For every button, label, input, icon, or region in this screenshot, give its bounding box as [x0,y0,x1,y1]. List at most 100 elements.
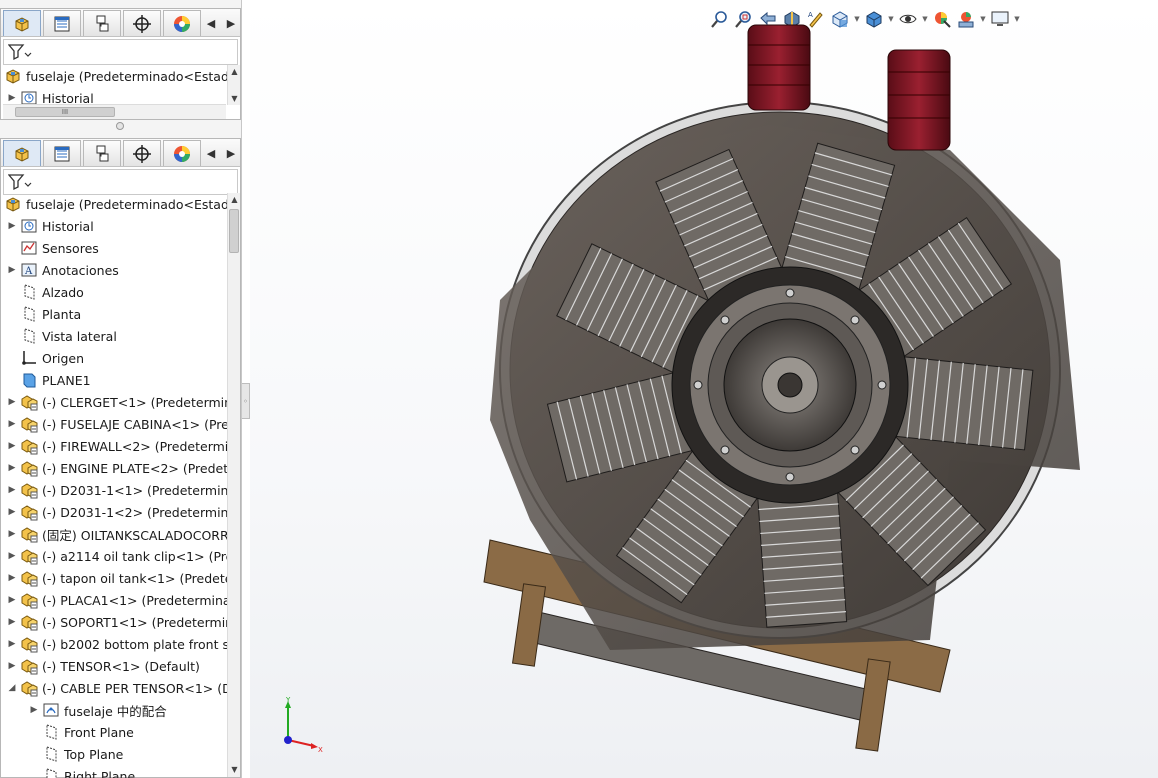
tab-scroll-right-icon[interactable]: ▶ [223,142,239,164]
tree-item-label: (-) FUSELAJE CABINA<1> (Pre [42,416,228,432]
annotations-icon: A [20,261,38,279]
tree-item[interactable]: ▶ (-) SOPORT1<1> (Predetermin [1,611,228,633]
scroll-down-icon[interactable]: ▼ [228,92,241,105]
coordinate-triad[interactable]: Y X [278,696,328,756]
tree-item[interactable]: ◢ (-) CABLE PER TENSOR<1> (D [1,677,228,699]
tree-item[interactable]: ▶ (-) FUSELAJE CABINA<1> (Pre [1,413,228,435]
expand-arrow-icon[interactable]: ▶ [7,419,17,429]
dimxpert-manager-icon [132,14,152,34]
expand-arrow-icon[interactable]: ▶ [29,705,39,715]
tree-item[interactable]: Top Plane [1,743,228,765]
tab-feature-manager[interactable] [3,10,41,36]
tab-display-manager[interactable] [163,140,201,166]
tree-item-label: (-) b2002 bottom plate front s [42,636,228,652]
tree-item[interactable]: Right Plane [1,765,228,778]
tree-item[interactable]: ▶ (-) b2002 bottom plate front s [1,633,228,655]
configuration-manager-icon [92,144,112,164]
expand-arrow-icon[interactable]: ▶ [7,221,17,231]
vertical-scrollbar-top[interactable]: ▲ ▼ [227,65,240,105]
tab-feature-manager[interactable] [3,140,41,166]
tree-root-top[interactable]: fuselaje (Predeterminado<Estado [1,65,237,87]
tree-item[interactable]: ▶ (-) tapon oil tank<1> (Predete [1,567,228,589]
tree-item[interactable]: ▶ A Anotaciones [1,259,228,281]
tree-item-label: (-) FIREWALL<2> (Predetermir [42,438,228,454]
expand-arrow-icon[interactable]: ▶ [7,265,17,275]
graphics-viewport[interactable]: A ▼ ▼ ▼ ▼ ▼ Y X [250,0,1158,778]
tree-root-label: fuselaje (Predeterminado<Estado [26,68,237,84]
expand-arrow-icon[interactable]: ▶ [7,639,17,649]
tree-item-label: Right Plane [64,768,136,778]
tree-item-label: (固定) OILTANKSCALADOCORR [42,527,228,543]
tab-scroll-left-icon[interactable]: ◀ [203,142,219,164]
tree-item[interactable]: Alzado [1,281,228,303]
tree-item[interactable]: ▶ (-) CLERGET<1> (Predetermin [1,391,228,413]
expand-arrow-icon[interactable]: ▶ [7,93,17,103]
tree-item[interactable]: PLANE1 [1,369,228,391]
tree-item[interactable]: Planta [1,303,228,325]
feature-manager-icon [12,14,32,34]
expand-arrow-icon[interactable]: ▶ [7,551,17,561]
subassembly-icon [20,657,38,675]
tree-root[interactable]: fuselaje (Predeterminado<Estado [1,193,237,215]
expand-arrow-icon[interactable]: ▶ [7,573,17,583]
expand-arrow-icon[interactable]: ▶ [7,529,17,539]
left-panel: ◀ ▶ fuselaje (Predeterminado<Estado ▶ Hi… [0,0,242,778]
tab-scroll-right-icon[interactable]: ▶ [223,12,239,34]
svg-text:A: A [24,266,33,277]
tree-item[interactable]: Sensores [1,237,228,259]
subassembly-icon [20,459,38,477]
filter-icon[interactable] [8,173,32,191]
tab-display-manager[interactable] [163,10,201,36]
expand-arrow-icon[interactable]: ▶ [7,397,17,407]
history-icon [20,217,38,235]
tree-item[interactable]: ▶ (-) ENGINE PLATE<2> (Predet [1,457,228,479]
tree-item[interactable]: ▶ (-) TENSOR<1> (Default) [1,655,228,677]
expand-arrow-icon[interactable]: ▶ [7,441,17,451]
scroll-up-icon[interactable]: ▲ [228,65,241,78]
plane-icon [20,283,38,301]
tab-property-manager[interactable] [43,10,81,36]
tree-item-label: (-) ENGINE PLATE<2> (Predet [42,460,228,476]
pane-splitter-handle[interactable] [116,122,124,130]
vertical-scrollbar[interactable]: ▲ ▼ [227,193,240,777]
tab-configuration-manager[interactable] [83,10,121,36]
scroll-thumb[interactable] [229,209,239,253]
expand-arrow-icon[interactable]: ▶ [7,661,17,671]
tree-item[interactable]: ▶ (-) FIREWALL<2> (Predetermir [1,435,228,457]
filter-bar-top[interactable] [3,39,238,65]
filter-icon[interactable] [8,43,32,61]
tree-item-label: (-) PLACA1<1> (Predeterminac [42,592,228,608]
tree-item-label: Alzado [42,284,84,300]
plane-icon [20,305,38,323]
expand-arrow-icon[interactable]: ▶ [7,595,17,605]
expand-arrow-icon[interactable]: ▶ [7,485,17,495]
tree-item[interactable]: ▶ (-) D2031-1<2> (Predetermina [1,501,228,523]
tab-configuration-manager[interactable] [83,140,121,166]
tree-item[interactable]: ▶ fuselaje 中的配合 [1,699,228,721]
horizontal-scrollbar-top[interactable]: III [3,104,226,119]
tree-item[interactable]: ▶ (固定) OILTANKSCALADOCORR [1,523,228,545]
tree-item[interactable]: Vista lateral [1,325,228,347]
engine-assembly-model[interactable] [250,0,1158,778]
tree-item[interactable]: ▶ (-) a2114 oil tank clip<1> (Pre [1,545,228,567]
scroll-up-icon[interactable]: ▲ [228,193,241,206]
red-cylinder-left [747,24,811,111]
panel-collapse-handle[interactable]: ◦ [242,383,250,419]
tab-scroll-left-icon[interactable]: ◀ [203,12,219,34]
tree-item[interactable]: ▶ (-) D2031-1<1> (Predetermina [1,479,228,501]
expand-arrow-icon[interactable]: ◢ [7,683,17,693]
tree-item[interactable]: ▶ Historial [1,215,228,237]
scroll-thumb[interactable]: III [15,107,115,117]
tab-property-manager[interactable] [43,140,81,166]
tree-item[interactable]: Front Plane [1,721,228,743]
expand-arrow-icon[interactable]: ▶ [7,463,17,473]
tree-item[interactable]: ▶ (-) PLACA1<1> (Predeterminac [1,589,228,611]
expand-arrow-icon[interactable]: ▶ [7,507,17,517]
tree-item-label: Anotaciones [42,262,119,278]
tree-item[interactable]: Origen [1,347,228,369]
tab-dimxpert-manager[interactable] [123,140,161,166]
filter-bar[interactable] [3,169,238,195]
tab-dimxpert-manager[interactable] [123,10,161,36]
scroll-down-icon[interactable]: ▼ [228,763,241,776]
expand-arrow-icon[interactable]: ▶ [7,617,17,627]
